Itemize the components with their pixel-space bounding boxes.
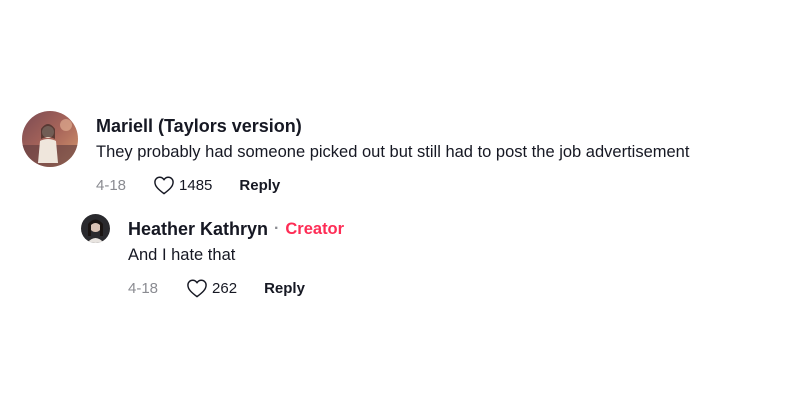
comment-date: 4-18 xyxy=(128,279,159,297)
heart-outline-icon xyxy=(186,278,208,298)
comment-author[interactable]: Heather Kathryn xyxy=(128,219,268,240)
reply-button[interactable]: Reply xyxy=(264,280,305,297)
comment-text: And I hate that xyxy=(128,246,236,264)
like-button[interactable]: 262 xyxy=(186,278,237,298)
comment-date: 4-18 xyxy=(96,176,127,194)
reply-button[interactable]: Reply xyxy=(239,177,280,194)
comment-actions: 4-18 262 Reply xyxy=(128,277,305,299)
like-count: 262 xyxy=(212,279,238,297)
comment-actions: 4-18 1485 Reply xyxy=(96,174,280,196)
separator-dot: · xyxy=(274,220,280,237)
comments-panel: Mariell (Taylors version) They probably … xyxy=(0,0,800,418)
creator-badge: Creator xyxy=(285,219,345,238)
heart-outline-icon xyxy=(153,175,175,195)
comment-text: They probably had someone picked out but… xyxy=(96,143,690,161)
comment-header: Mariell (Taylors version) xyxy=(96,115,302,137)
avatar[interactable] xyxy=(22,111,78,167)
comment-author[interactable]: Mariell (Taylors version) xyxy=(96,116,302,137)
avatar[interactable] xyxy=(81,214,110,243)
comment-header: Heather Kathryn · Creator xyxy=(128,218,344,240)
like-count: 1485 xyxy=(179,176,213,194)
like-button[interactable]: 1485 xyxy=(153,175,212,195)
